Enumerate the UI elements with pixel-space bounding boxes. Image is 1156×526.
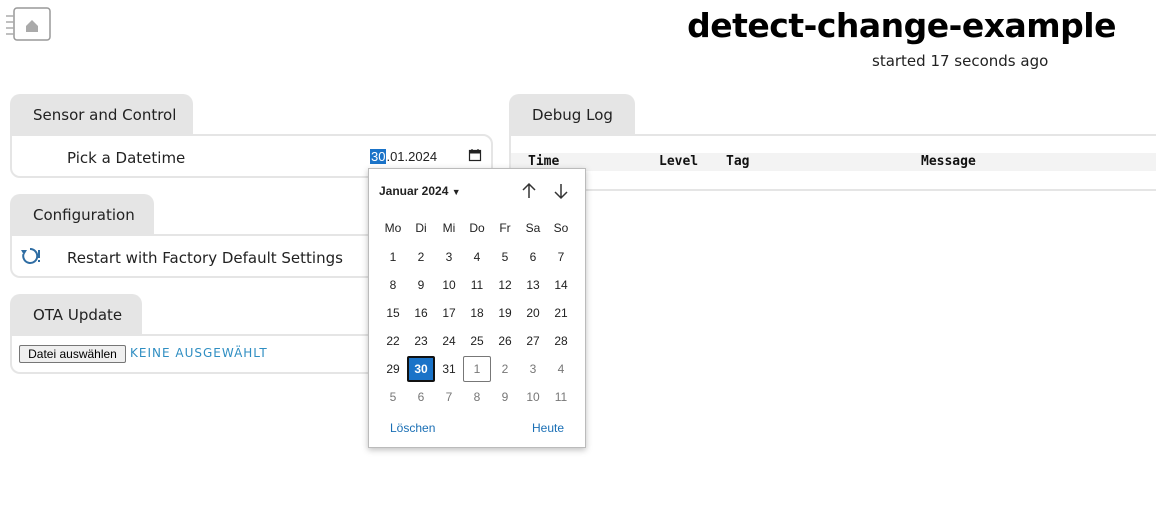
datetime-rest[interactable]: .01.2024 bbox=[386, 149, 437, 164]
calendar-day[interactable]: 11 bbox=[547, 384, 575, 410]
logo-home-icon[interactable] bbox=[2, 6, 52, 42]
datetime-label: Pick a Datetime bbox=[67, 149, 186, 167]
calendar-day[interactable]: 3 bbox=[435, 244, 463, 270]
datetime-input[interactable]: 30.01.2024 bbox=[368, 146, 482, 167]
calendar-day[interactable]: 23 bbox=[407, 328, 435, 354]
calendar-day[interactable]: 5 bbox=[379, 384, 407, 410]
calendar-day[interactable]: 13 bbox=[519, 272, 547, 298]
app-title: detect-change-example bbox=[687, 6, 1116, 45]
weekday-header: Di bbox=[415, 221, 427, 235]
col-time: Time bbox=[528, 154, 560, 169]
calendar-day[interactable]: 25 bbox=[463, 328, 491, 354]
col-message: Message bbox=[921, 154, 976, 169]
calendar-day[interactable]: 5 bbox=[491, 244, 519, 270]
tab-label: Sensor and Control bbox=[33, 106, 177, 124]
tab-debug-log: Debug Log bbox=[509, 94, 635, 135]
calendar-day[interactable]: 30 bbox=[407, 356, 435, 382]
date-picker-popup: Januar 2024 ▼ Mo Di Mi Do Fr Sa So 1 2 3 4 5 6 7 8 9 10… bbox=[368, 168, 586, 448]
tab-sensor-and-control: Sensor and Control bbox=[10, 94, 193, 135]
calendar-day[interactable]: 6 bbox=[407, 384, 435, 410]
restart-factory-default-button[interactable]: Restart with Factory Default Settings bbox=[67, 249, 343, 267]
weekday-header: Mo bbox=[384, 221, 402, 235]
tab-label: OTA Update bbox=[33, 306, 123, 324]
calendar-day[interactable]: 7 bbox=[547, 244, 575, 270]
weekday-header: Mi bbox=[442, 221, 456, 235]
calendar-day[interactable]: 1 bbox=[379, 244, 407, 270]
month-year-dropdown[interactable]: Januar 2024 ▼ bbox=[379, 184, 461, 198]
today-button[interactable]: Heute bbox=[532, 421, 564, 435]
calendar-day[interactable]: 1 bbox=[463, 356, 491, 382]
calendar-day[interactable]: 17 bbox=[435, 300, 463, 326]
calendar-day[interactable]: 10 bbox=[519, 384, 547, 410]
calendar-day[interactable]: 26 bbox=[491, 328, 519, 354]
calendar-day[interactable]: 21 bbox=[547, 300, 575, 326]
calendar-day[interactable]: 29 bbox=[379, 356, 407, 382]
weekday-header: So bbox=[553, 221, 569, 235]
uptime-text: started 17 seconds ago bbox=[872, 52, 1049, 70]
calendar-day[interactable]: 15 bbox=[379, 300, 407, 326]
calendar-day[interactable]: 22 bbox=[379, 328, 407, 354]
calendar-day[interactable]: 11 bbox=[463, 272, 491, 298]
calendar-day[interactable]: 20 bbox=[519, 300, 547, 326]
calendar-day[interactable]: 2 bbox=[407, 244, 435, 270]
calendar-day[interactable]: 24 bbox=[435, 328, 463, 354]
calendar-icon[interactable] bbox=[468, 148, 482, 165]
month-year-label: Januar 2024 bbox=[379, 184, 449, 198]
calendar-day[interactable]: 4 bbox=[547, 356, 575, 382]
calendar-day[interactable]: 6 bbox=[519, 244, 547, 270]
calendar-day[interactable]: 14 bbox=[547, 272, 575, 298]
choose-file-button[interactable]: Datei auswählen bbox=[19, 345, 126, 363]
calendar-day[interactable]: 16 bbox=[407, 300, 435, 326]
calendar-day[interactable]: 8 bbox=[463, 384, 491, 410]
calendar-day[interactable]: 2 bbox=[491, 356, 519, 382]
calendar-day[interactable]: 7 bbox=[435, 384, 463, 410]
tab-configuration: Configuration bbox=[10, 194, 154, 235]
datetime-day-segment[interactable]: 30 bbox=[370, 149, 387, 164]
file-status-text: KEINE AUSGEWÄHLT bbox=[130, 346, 268, 360]
next-month-icon[interactable] bbox=[551, 181, 571, 201]
tab-ota-update: OTA Update bbox=[10, 294, 142, 335]
dropdown-caret-icon: ▼ bbox=[451, 187, 461, 197]
col-level: Level bbox=[659, 154, 699, 169]
calendar-day[interactable]: 19 bbox=[491, 300, 519, 326]
calendar-day[interactable]: 3 bbox=[519, 356, 547, 382]
tab-label: Debug Log bbox=[532, 106, 613, 124]
calendar-day[interactable]: 18 bbox=[463, 300, 491, 326]
col-tag: Tag bbox=[726, 154, 750, 169]
debug-log-header: Time Level Tag Message bbox=[511, 153, 1156, 171]
weekday-header: Do bbox=[469, 221, 485, 235]
tab-label: Configuration bbox=[33, 206, 135, 224]
previous-month-icon[interactable] bbox=[519, 181, 539, 201]
calendar-day[interactable]: 31 bbox=[435, 356, 463, 382]
weekday-header: Sa bbox=[525, 221, 541, 235]
calendar-day[interactable]: 10 bbox=[435, 272, 463, 298]
weekday-header: Fr bbox=[499, 221, 511, 235]
calendar-day[interactable]: 9 bbox=[491, 384, 519, 410]
calendar-day[interactable]: 9 bbox=[407, 272, 435, 298]
restart-icon[interactable] bbox=[19, 246, 43, 271]
calendar-day[interactable]: 27 bbox=[519, 328, 547, 354]
calendar-day[interactable]: 4 bbox=[463, 244, 491, 270]
clear-date-button[interactable]: Löschen bbox=[390, 421, 435, 435]
calendar-day[interactable]: 12 bbox=[491, 272, 519, 298]
calendar-day[interactable]: 8 bbox=[379, 272, 407, 298]
calendar-day[interactable]: 28 bbox=[547, 328, 575, 354]
